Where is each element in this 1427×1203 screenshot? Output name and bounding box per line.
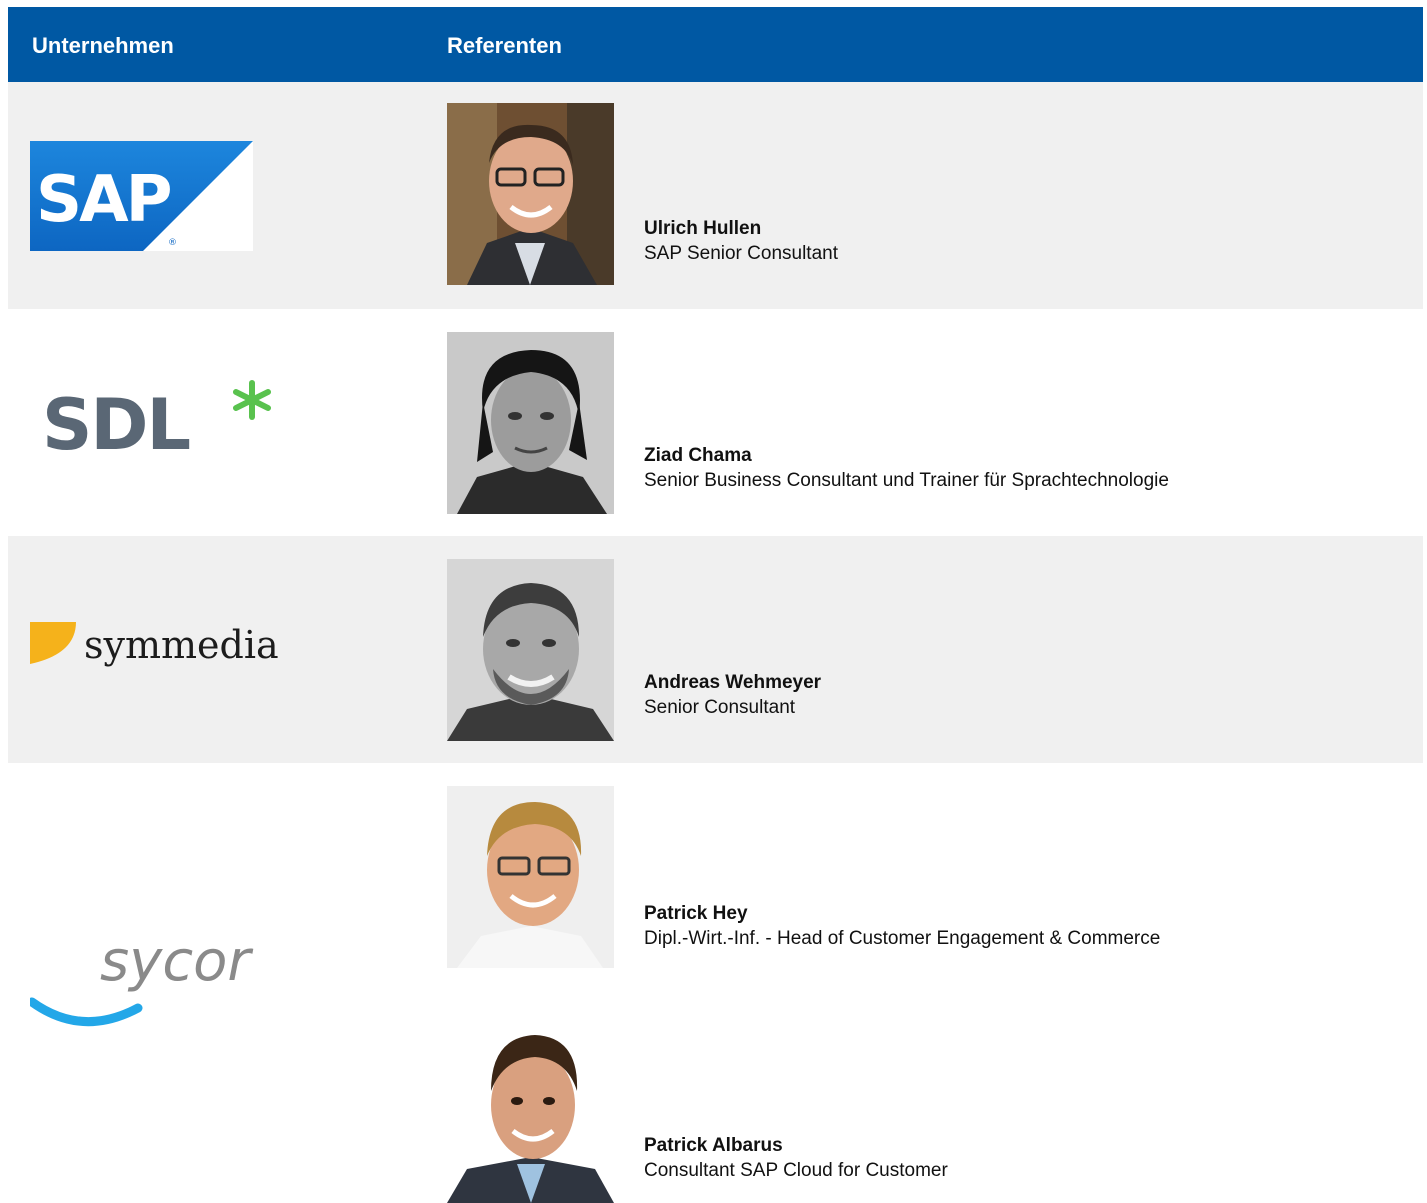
svg-text:sycor: sycor [100,929,253,994]
symmedia-logo: symmedia [30,618,290,673]
speaker-caption: Ziad Chama Senior Business Consultant un… [644,443,1169,493]
svg-text:SAP: SAP [36,163,171,237]
table-row: SAP ® Ulrich Hullen SAP Senior Consultan… [8,82,1423,309]
speaker-photo [447,786,614,968]
header-speakers: Referenten [447,33,562,58]
speaker-caption: Andreas Wehmeyer Senior Consultant [644,670,821,720]
speaker-name: Patrick Hey [644,903,748,924]
speaker-name: Ziad Chama [644,445,752,466]
table-header: Unternehmen Referenten [8,7,1423,82]
speaker-photo [447,1019,614,1203]
speaker-name: Andreas Wehmeyer [644,672,822,693]
speaker-name: Patrick Albarus [644,1135,783,1156]
svg-text:symmedia: symmedia [84,623,279,667]
sap-logo: SAP ® [30,141,253,256]
speaker-title: Senior Business Consultant und Trainer f… [644,470,1169,491]
header-company: Unternehmen [32,33,174,58]
table-row: sycor Patrick Hey Dipl.-Wirt.-Inf. - Hea… [8,763,1423,1203]
svg-text:®: ® [168,238,177,248]
speaker-name: Ulrich Hullen [644,218,762,239]
speaker-caption: Patrick Hey Dipl.-Wirt.-Inf. - Head of C… [644,901,1160,951]
speaker-title: Senior Consultant [644,697,796,718]
speaker-title: SAP Senior Consultant [644,243,838,264]
speaker-photo [447,559,614,741]
speaker-caption: Patrick Albarus Consultant SAP Cloud for… [644,1133,948,1183]
speaker-photo [447,103,614,285]
speaker-title: Dipl.-Wirt.-Inf. - Head of Customer Enga… [644,928,1161,949]
sdl-logo: SDL [30,361,283,492]
table-row: SDL Ziad Chama Senior Business Consultan… [8,309,1423,536]
sycor-logo: sycor [27,924,290,1039]
speakers-table: Unternehmen Referenten SAP ® Ulrich Hull… [8,7,1423,1203]
speaker-title: Consultant SAP Cloud for Customer [644,1160,948,1181]
table-row: symmedia Andreas Wehmeyer Senior Consult… [8,536,1423,763]
speaker-caption: Ulrich Hullen SAP Senior Consultant [644,216,838,266]
speaker-photo [447,332,614,514]
svg-text:SDL: SDL [42,384,190,466]
